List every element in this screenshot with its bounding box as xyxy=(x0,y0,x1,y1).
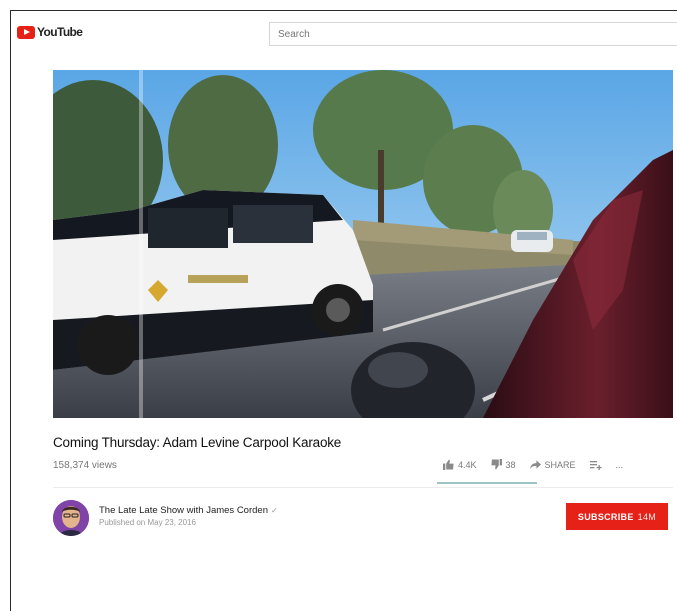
subscribe-button[interactable]: SUBSCRIBE 14M xyxy=(566,503,668,530)
masthead: YouTube xyxy=(11,11,677,55)
youtube-logo[interactable]: YouTube xyxy=(17,25,83,39)
share-arrow-icon xyxy=(529,459,541,469)
published-date: Published on May 23, 2016 xyxy=(99,518,196,527)
avatar-image xyxy=(53,500,89,536)
more-actions-button[interactable]: ... xyxy=(616,460,624,470)
dislike-button[interactable]: 38 xyxy=(490,459,516,470)
share-button[interactable]: SHARE xyxy=(529,459,576,470)
youtube-play-icon xyxy=(17,25,35,39)
playlist-add-icon xyxy=(589,460,602,470)
thumbs-down-icon xyxy=(490,459,502,470)
subscribe-label: SUBSCRIBE xyxy=(577,511,634,522)
add-to-playlist-button[interactable] xyxy=(589,460,602,470)
channel-name[interactable]: The Late Late Show with James Corden ✓ xyxy=(99,505,278,516)
video-frame-image xyxy=(53,70,673,418)
like-ratio-bar xyxy=(437,482,537,484)
logo-text: YouTube xyxy=(37,25,83,39)
video-actions: 4.4K 38 SHARE ... xyxy=(443,459,637,470)
view-count: 158,374 views xyxy=(53,460,117,471)
channel-name-text: The Late Late Show with James Corden xyxy=(99,505,268,516)
verified-icon: ✓ xyxy=(270,506,278,515)
more-icon: ... xyxy=(615,459,624,470)
search-input[interactable] xyxy=(269,22,677,46)
video-title: Coming Thursday: Adam Levine Carpool Kar… xyxy=(53,435,342,450)
subscriber-count: 14M xyxy=(637,511,657,522)
like-button[interactable]: 4.4K xyxy=(443,459,477,470)
thumbs-up-icon xyxy=(443,459,454,470)
youtube-page: YouTube Search Coming Thursday: Adam Lev… xyxy=(10,10,677,611)
video-player[interactable] xyxy=(53,70,673,418)
divider xyxy=(53,487,673,488)
share-label: SHARE xyxy=(544,459,576,470)
like-count: 4.4K xyxy=(458,459,477,470)
channel-avatar[interactable] xyxy=(53,500,89,536)
dislike-count: 38 xyxy=(505,459,516,470)
